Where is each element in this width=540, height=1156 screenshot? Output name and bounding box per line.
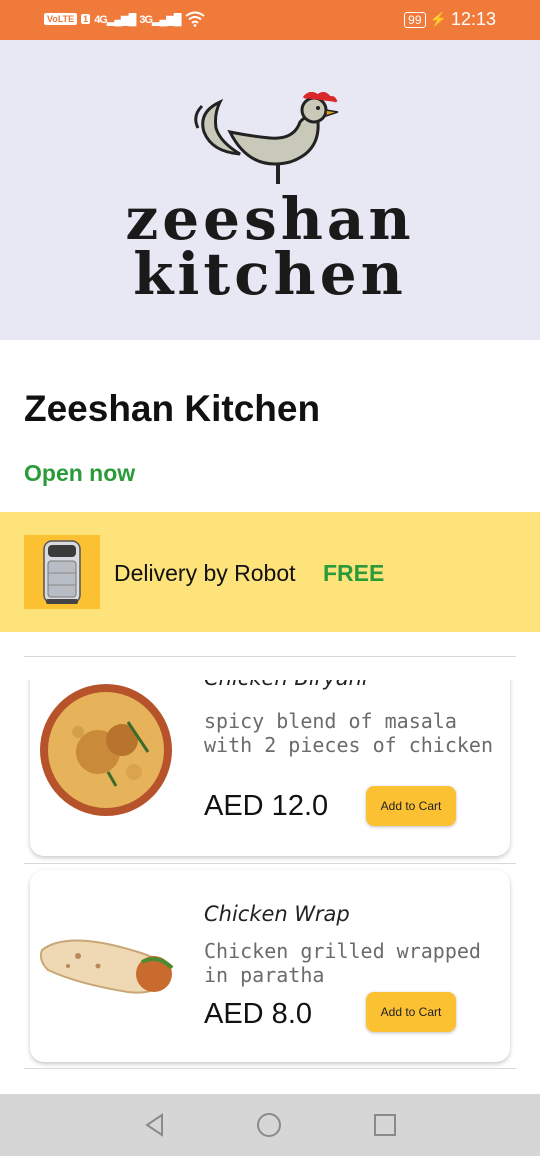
clock: 12:13 <box>450 9 496 29</box>
menu-item-card[interactable]: Chicken Wrap Chicken grilled wrapped in … <box>30 870 510 1062</box>
delivery-label: Delivery by Robot <box>114 560 296 586</box>
add-to-cart-button[interactable]: Add to Cart <box>366 992 456 1032</box>
volte-badge: VoLTE <box>44 13 78 25</box>
item-name: Chicken Wrap <box>204 902 350 926</box>
home-icon[interactable] <box>256 1112 282 1138</box>
signal-4g-icon: 4G▂▄▆█ <box>94 13 136 26</box>
item-price: AED 12.0 <box>204 790 329 822</box>
recents-icon[interactable] <box>372 1112 398 1138</box>
wrap-image <box>39 939 174 994</box>
restaurant-name: Zeeshan Kitchen <box>24 388 321 429</box>
delivery-price: FREE <box>323 560 385 586</box>
divider <box>24 863 516 864</box>
system-nav-bar <box>0 1094 540 1156</box>
logo-text-line2: kitchen <box>133 240 407 308</box>
sim-slot-badge: 1 <box>81 14 91 24</box>
status-bar: VoLTE 1 4G▂▄▆█ 3G▂▄▆█ 99 ⚡ 12:13 <box>0 0 540 40</box>
item-price: AED 8.0 <box>204 998 312 1030</box>
item-name: Chicken Biryani <box>204 680 368 690</box>
open-status: Open now <box>24 460 136 486</box>
delivery-banner: Delivery by Robot FREE <box>0 512 540 632</box>
add-to-cart-button[interactable]: Add to Cart <box>366 786 456 826</box>
menu-item-card[interactable]: Chicken Biryani spicy blend of masala wi… <box>30 680 510 856</box>
menu-list[interactable]: Chicken Biryani spicy blend of masala wi… <box>0 680 540 1094</box>
wifi-icon <box>184 11 205 27</box>
restaurant-banner: zeeshan kitchen <box>0 40 540 340</box>
back-icon[interactable] <box>142 1112 168 1138</box>
item-description: spicy blend of masala with 2 pieces of c… <box>204 709 493 757</box>
signal-3g-icon: 3G▂▄▆█ <box>139 13 181 26</box>
status-left: VoLTE 1 4G▂▄▆█ 3G▂▄▆█ <box>44 11 205 27</box>
divider <box>24 656 516 657</box>
status-right: 99 ⚡ 12:13 <box>404 9 496 30</box>
item-description: Chicken grilled wrapped in paratha <box>204 939 481 987</box>
battery-icon: 99 <box>404 11 426 28</box>
biryani-image <box>40 684 172 816</box>
divider <box>24 1068 516 1069</box>
charging-icon: ⚡ <box>429 11 447 27</box>
rooster-icon <box>194 92 339 184</box>
robot-icon <box>24 535 100 609</box>
